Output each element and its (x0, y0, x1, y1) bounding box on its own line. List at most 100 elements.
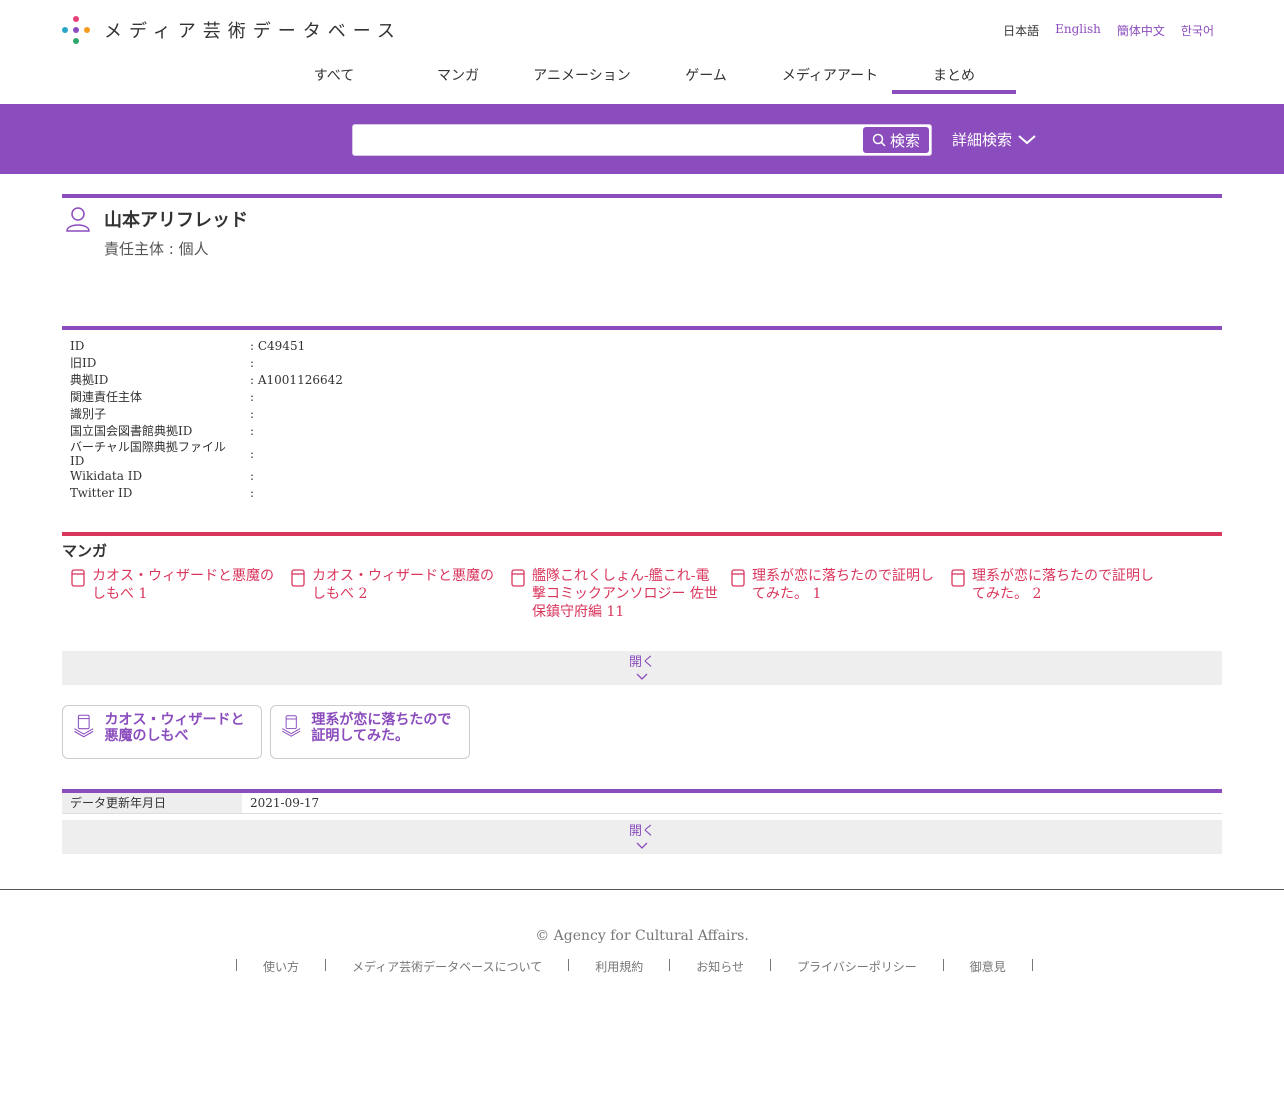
nav-manga[interactable]: マンガ (396, 60, 520, 94)
info-key: ID (70, 339, 85, 353)
footer-links: 使い方 メディア芸術データベースについて 利用規約 お知らせ プライバシーポリシ… (236, 959, 1033, 974)
logo-text: メディア芸術データベース (104, 21, 402, 42)
main-nav: すべて マンガ アニメーション ゲーム メディアアート まとめ (272, 60, 1016, 94)
info-value: : (250, 446, 255, 461)
chevron-down-icon (1018, 134, 1036, 144)
language-switcher: 日本語 English 簡体中文 한국어 (1003, 22, 1214, 39)
search-input[interactable] (359, 126, 859, 154)
info-key: 典拠ID (70, 373, 109, 387)
person-name: 山本アリフレッド (104, 210, 248, 231)
lang-japanese[interactable]: 日本語 (1003, 22, 1039, 39)
info-row: ID : C49451 (70, 338, 1210, 355)
search-band: 検索 詳細検索 (0, 104, 1284, 174)
info-row: Twitter ID: (70, 485, 1210, 502)
manga-item[interactable]: 理系が恋に落ちたので証明してみた。 1 (730, 567, 950, 621)
info-row: 関連責任主体: (70, 389, 1210, 406)
update-open-button[interactable]: 開く (62, 820, 1222, 854)
info-row: 識別子: (70, 406, 1210, 423)
manga-item[interactable]: カオス・ウィザードと悪魔のしもべ 1 (70, 567, 290, 621)
open-label: 開く (628, 824, 655, 839)
info-value: : (250, 407, 255, 421)
info-value: : C49451 (250, 339, 306, 353)
manga-item[interactable]: カオス・ウィザードと悪魔のしもべ 2 (290, 567, 510, 621)
info-row: Wikidata ID: (70, 468, 1210, 485)
footer-link-terms[interactable]: 利用規約 (569, 959, 671, 974)
footer-link-label: メディア芸術データベースについて (352, 960, 543, 974)
footer-link-privacy[interactable]: プライバシーポリシー (771, 959, 944, 974)
advanced-search-toggle[interactable]: 詳細検索 (952, 129, 1036, 150)
info-key: 関連責任主体 (70, 390, 143, 404)
lang-english[interactable]: English (1055, 22, 1101, 39)
search-icon (872, 133, 886, 147)
info-divider (62, 326, 1222, 330)
info-value: : (250, 390, 255, 404)
lang-chinese[interactable]: 簡体中文 (1117, 22, 1165, 39)
info-value: : (250, 469, 255, 483)
info-row: 国立国会図書館典拠ID: (70, 423, 1210, 440)
manga-item-title: 艦隊これくしょん-艦これ-電撃コミックアンソロジー 佐世保鎮守府編 11 (532, 568, 718, 620)
book-stack-icon (282, 715, 301, 737)
info-table: ID : C49451 旧ID: 典拠ID : A1001126642 関連責任主体… (70, 338, 1210, 502)
update-key: データ更新年月日 (62, 793, 242, 813)
book-icon (71, 569, 85, 587)
search-box: 検索 (352, 124, 932, 156)
search-button-label: 検索 (889, 131, 920, 150)
footer-link-news[interactable]: お知らせ (670, 959, 771, 974)
series-title: カオス・ウィザードと悪魔のしもべ (104, 712, 245, 744)
info-value: : (250, 356, 255, 370)
nav-all[interactable]: すべて (272, 60, 396, 94)
manga-list: カオス・ウィザードと悪魔のしもべ 1 カオス・ウィザードと悪魔のしもべ 2 艦隊… (70, 567, 1170, 621)
footer-link-label: 使い方 (263, 960, 300, 974)
manga-item-title: 理系が恋に落ちたので証明してみた。 2 (972, 568, 1154, 602)
info-value: : A1001126642 (250, 373, 343, 387)
series-card[interactable]: 理系が恋に落ちたので証明してみた。 (270, 705, 470, 759)
info-row: バーチャル国際典拠ファイルID: (70, 440, 1210, 468)
footer-link-label: 御意見 (969, 960, 1006, 974)
manga-item-title: 理系が恋に落ちたので証明してみた。 1 (752, 568, 934, 602)
advanced-search-label: 詳細検索 (952, 131, 1013, 149)
person-type: 責任主体 : 個人 (104, 240, 209, 258)
info-value: : (250, 424, 255, 438)
book-stack-icon (74, 714, 94, 738)
chevron-down-icon (636, 673, 648, 680)
footer-link-howto[interactable]: 使い方 (237, 959, 327, 974)
footer-link-about[interactable]: メディア芸術データベースについて (326, 959, 570, 974)
site-logo[interactable]: メディア芸術データベース (62, 16, 402, 44)
book-icon (511, 569, 525, 587)
info-key: 国立国会図書館典拠ID (70, 424, 193, 438)
manga-item-title: カオス・ウィザードと悪魔のしもべ 1 (92, 568, 274, 602)
copyright: © Agency for Cultural Affairs. (535, 928, 749, 944)
manga-item[interactable]: 艦隊これくしょん-艦これ-電撃コミックアンソロジー 佐世保鎮守府編 11 (510, 567, 730, 621)
person-icon (66, 206, 90, 236)
search-button[interactable]: 検索 (863, 127, 929, 153)
footer-link-label: プライバシーポリシー (797, 960, 917, 974)
manga-section-title: マンガ (62, 542, 108, 560)
footer-link-label: 利用規約 (595, 960, 644, 974)
update-value: 2021-09-17 (250, 796, 320, 810)
info-row: 典拠ID : A1001126642 (70, 372, 1210, 389)
book-icon (731, 569, 745, 587)
footer-link-feedback[interactable]: 御意見 (944, 959, 1033, 974)
footer-link-label: お知らせ (696, 960, 744, 974)
lang-korean[interactable]: 한국어 (1181, 22, 1214, 39)
manga-item[interactable]: 理系が恋に落ちたので証明してみた。 2 (950, 567, 1170, 621)
info-key: バーチャル国際典拠ファイルID (70, 440, 226, 468)
book-icon (291, 569, 305, 587)
manga-item-title: カオス・ウィザードと悪魔のしもべ 2 (312, 568, 494, 602)
footer-divider (0, 889, 1284, 890)
info-value: : (250, 486, 255, 500)
info-row: 旧ID: (70, 355, 1210, 372)
site-header: メディア芸術データベース 日本語 English 簡体中文 한국어 すべて マン… (0, 0, 1284, 104)
info-key: Wikidata ID (70, 469, 143, 483)
open-label: 開く (628, 655, 655, 670)
series-card[interactable]: カオス・ウィザードと悪魔のしもべ (62, 705, 262, 759)
nav-media-art[interactable]: メディアアート (768, 60, 892, 94)
nav-summary[interactable]: まとめ (892, 60, 1016, 94)
update-row: データ更新年月日 2021-09-17 (62, 793, 1222, 814)
info-key: 識別子 (70, 407, 107, 421)
nav-game[interactable]: ゲーム (644, 60, 768, 94)
person-divider (62, 194, 1222, 198)
nav-animation[interactable]: アニメーション (520, 60, 644, 94)
chevron-down-icon (636, 842, 648, 849)
manga-open-button[interactable]: 開く (62, 651, 1222, 685)
